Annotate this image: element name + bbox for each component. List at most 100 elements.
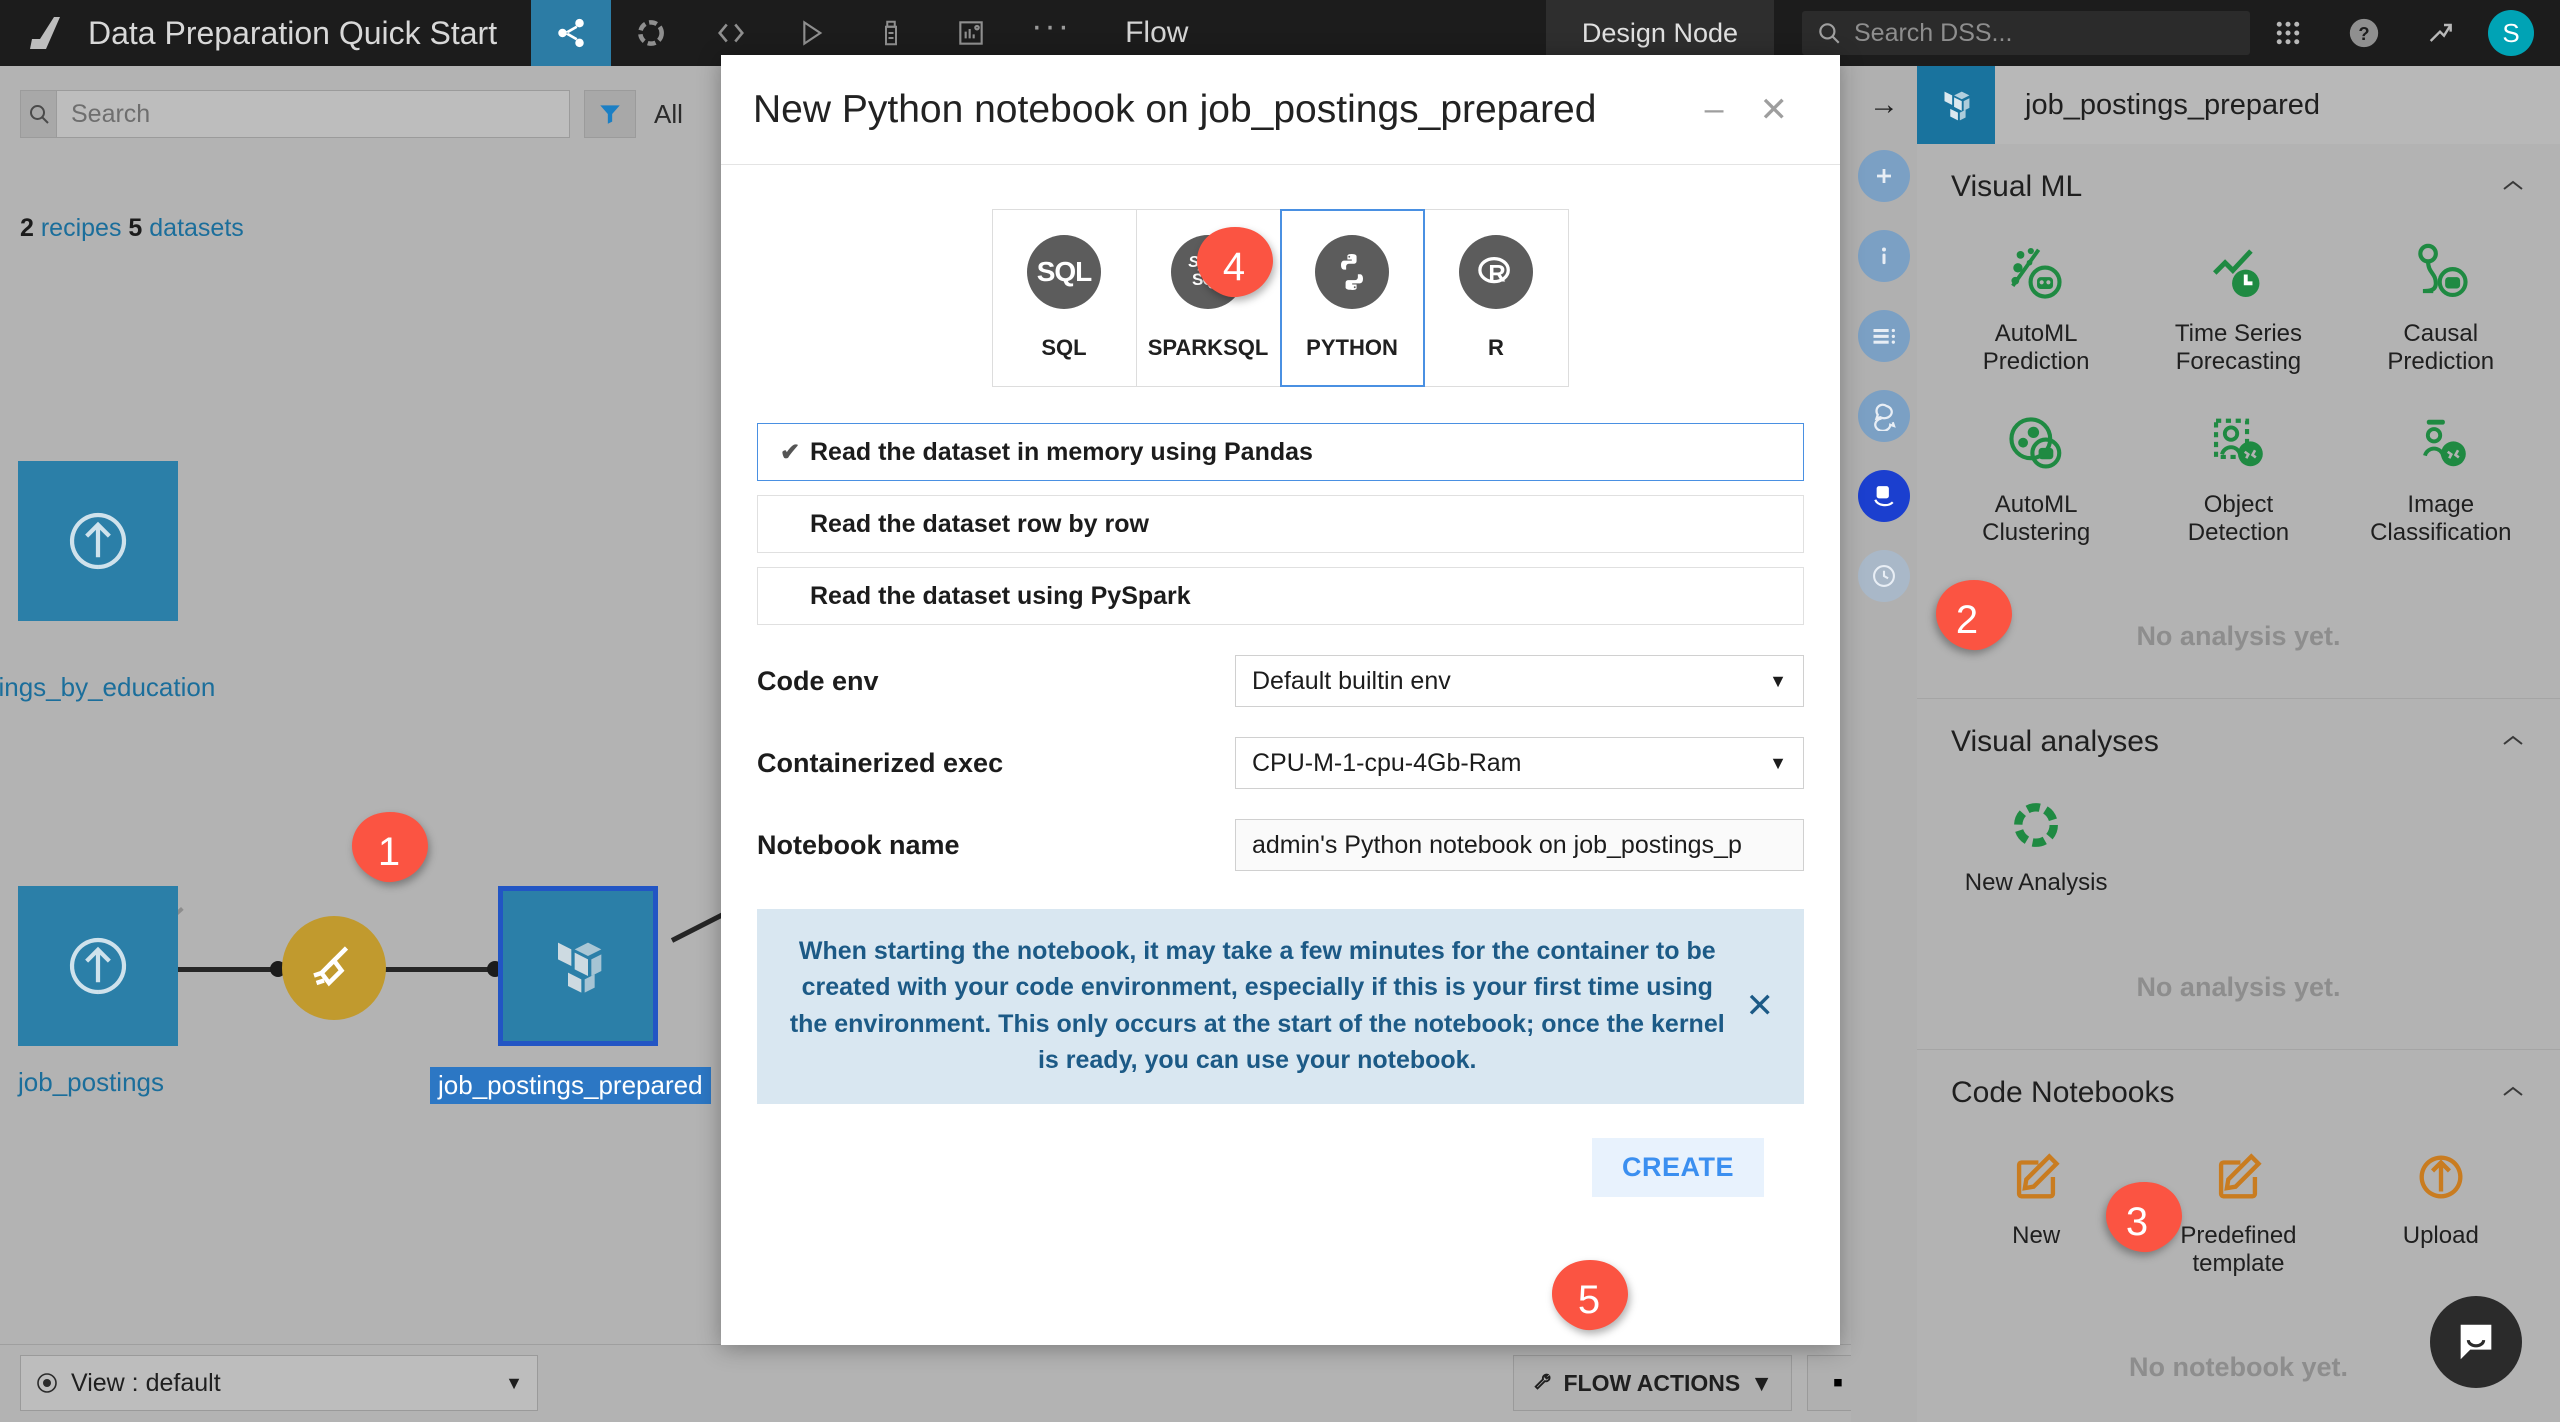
tile-label-line1: New Analysis <box>1965 869 2108 897</box>
tile-label-line2: template <box>2180 1250 2296 1278</box>
flow-node-postings-by-education[interactable] <box>18 461 178 621</box>
tile-label-line1: Causal <box>2387 320 2494 348</box>
view-select-label: View : default <box>71 1369 221 1398</box>
arrow-right-icon[interactable]: → <box>1869 88 1899 122</box>
tile-label: Image Classification <box>2370 491 2511 548</box>
right-panel-title: job_postings_prepared <box>1995 66 2320 144</box>
flow-search-input[interactable]: Search <box>56 90 570 138</box>
notebook-name-input[interactable]: admin's Python notebook on job_postings_… <box>1235 819 1804 871</box>
tile-label-line2: Classification <box>2370 519 2511 547</box>
tile-label-line2: Prediction <box>1983 348 2090 376</box>
dataiku-logo-icon[interactable] <box>0 0 88 66</box>
intercom-chat-icon[interactable] <box>2430 1296 2522 1388</box>
flow-bottom-bar: View : default ▼ FLOW ACTIONS ▼ ▪ <box>0 1344 1917 1422</box>
tile-label-line2: Prediction <box>2387 348 2494 376</box>
option-read-row-by-row[interactable]: Read the dataset row by row <box>757 495 1804 553</box>
flow-node-job-postings[interactable] <box>18 886 178 1046</box>
callout-pin-2: 2 <box>1910 578 2014 662</box>
field-label: Notebook name <box>757 830 1235 861</box>
notice-close-icon[interactable]: ✕ <box>1746 986 1775 1026</box>
callout-number: 1 <box>350 810 428 894</box>
modal-header: New Python notebook on job_postings_prep… <box>721 55 1840 165</box>
tile-automl-clustering[interactable]: AutoML Clustering <box>1935 401 2137 572</box>
language-label: SPARKSQL <box>1148 335 1269 361</box>
flow-node-label-selected[interactable]: job_postings_prepared <box>430 1067 711 1104</box>
rail-actions-lab-icon[interactable] <box>1858 470 1910 522</box>
datasets-count: 5 <box>128 214 142 242</box>
tile-label-line1: New <box>2012 1222 2060 1250</box>
language-tile-sql[interactable]: SQL SQL <box>992 209 1137 387</box>
modal-body: SQL SQL SparkSQL SPARKSQL <box>721 165 1840 1197</box>
tile-object-detection[interactable]: Object Detection <box>2137 401 2339 572</box>
recipes-count: 2 <box>20 214 34 242</box>
tile-automl-prediction[interactable]: AutoML Prediction <box>1935 230 2137 401</box>
nav-lab-icon[interactable] <box>611 0 691 66</box>
containerized-exec-select[interactable]: CPU-M-1-cpu-4Gb-Ram ▼ <box>1235 737 1804 789</box>
flow-recipe-prepare[interactable] <box>282 916 386 1020</box>
language-tile-r[interactable]: R R <box>1424 209 1569 387</box>
search-dss-input[interactable]: Search DSS... <box>1802 11 2250 55</box>
managed-dataset-icon <box>1917 66 1995 144</box>
rail-add-icon[interactable] <box>1858 150 1910 202</box>
tile-label: Causal Prediction <box>2387 320 2494 377</box>
language-tile-python[interactable]: PYTHON <box>1280 209 1425 387</box>
rail-info-icon[interactable] <box>1858 230 1910 282</box>
option-label: Read the dataset row by row <box>810 510 1149 539</box>
flow-node-label[interactable]: job_postings <box>18 1067 164 1098</box>
right-panel-header: job_postings_prepared <box>1917 66 2560 144</box>
rail-details-list-icon[interactable] <box>1858 310 1910 362</box>
code-env-select[interactable]: Default builtin env ▼ <box>1235 655 1804 707</box>
managed-dataset-icon <box>538 926 618 1006</box>
chevron-up-icon[interactable] <box>2500 729 2526 755</box>
option-read-pyspark[interactable]: Read the dataset using PySpark <box>757 567 1804 625</box>
funnel-filter-icon[interactable] <box>584 90 636 138</box>
close-icon[interactable]: ✕ <box>1742 90 1807 130</box>
right-action-rail: → <box>1851 66 1917 1422</box>
option-read-pandas[interactable]: ✔ Read the dataset in memory using Panda… <box>757 423 1804 481</box>
field-notebook-name: Notebook name admin's Python notebook on… <box>757 819 1804 871</box>
flow-node-label[interactable]: nings_by_education <box>0 672 215 703</box>
chevron-up-icon[interactable] <box>2500 174 2526 200</box>
tile-new-analysis[interactable]: New Analysis <box>1935 785 2137 921</box>
modal-title: New Python notebook on job_postings_prep… <box>753 88 1596 132</box>
section-title: Visual ML <box>1951 170 2082 204</box>
nav-flow-icon[interactable] <box>531 0 611 66</box>
tile-image-classification[interactable]: Image Classification <box>2340 401 2542 572</box>
flow-counts: 2 recipes 5 datasets <box>20 214 244 243</box>
tile-label: Predefined template <box>2180 1222 2296 1279</box>
tile-time-series-forecasting[interactable]: Time Series Forecasting <box>2137 230 2339 401</box>
minimize-button[interactable]: – <box>1687 90 1742 129</box>
wrench-icon <box>1532 1372 1554 1394</box>
help-question-icon[interactable]: ? <box>2326 0 2402 66</box>
tile-causal-prediction[interactable]: Causal Prediction <box>2340 230 2542 401</box>
upload-notebook-icon <box>2412 1148 2470 1206</box>
datasets-word[interactable]: datasets <box>149 214 244 242</box>
section-header-visual-ml[interactable]: Visual ML <box>1917 144 2560 230</box>
flow-filter-label[interactable]: All <box>636 90 683 138</box>
chevron-up-icon[interactable] <box>2500 1080 2526 1106</box>
field-value: CPU-M-1-cpu-4Gb-Ram <box>1252 749 1521 778</box>
create-button[interactable]: CREATE <box>1592 1138 1764 1197</box>
tile-upload-notebook[interactable]: Upload <box>2340 1136 2542 1303</box>
tile-label-line1: AutoML <box>1982 491 2090 519</box>
new-analysis-icon <box>2008 797 2064 853</box>
field-label: Code env <box>757 666 1235 697</box>
chevron-down-icon: ▼ <box>1750 1370 1773 1397</box>
field-value: Default builtin env <box>1252 667 1451 696</box>
flow-node-job-postings-prepared[interactable] <box>498 886 658 1046</box>
apps-grid-icon[interactable] <box>2250 0 2326 66</box>
recipes-word[interactable]: recipes <box>41 214 122 242</box>
flow-actions-button[interactable]: FLOW ACTIONS ▼ <box>1513 1355 1793 1411</box>
trend-arrow-icon[interactable] <box>2402 0 2478 66</box>
section-header-code-notebooks[interactable]: Code Notebooks <box>1917 1050 2560 1136</box>
svg-text:R: R <box>1488 261 1505 288</box>
avatar[interactable]: S <box>2488 10 2534 56</box>
rail-discussions-icon[interactable] <box>1858 390 1910 442</box>
field-label: Containerized exec <box>757 748 1235 779</box>
view-select[interactable]: View : default ▼ <box>20 1355 538 1411</box>
language-label: PYTHON <box>1306 335 1398 361</box>
automl-clustering-icon <box>2005 413 2067 475</box>
rail-history-clock-icon[interactable] <box>1858 550 1910 602</box>
code-notebooks-tiles: New Predefined template <box>1917 1136 2560 1313</box>
section-header-visual-analyses[interactable]: Visual analyses <box>1917 699 2560 785</box>
